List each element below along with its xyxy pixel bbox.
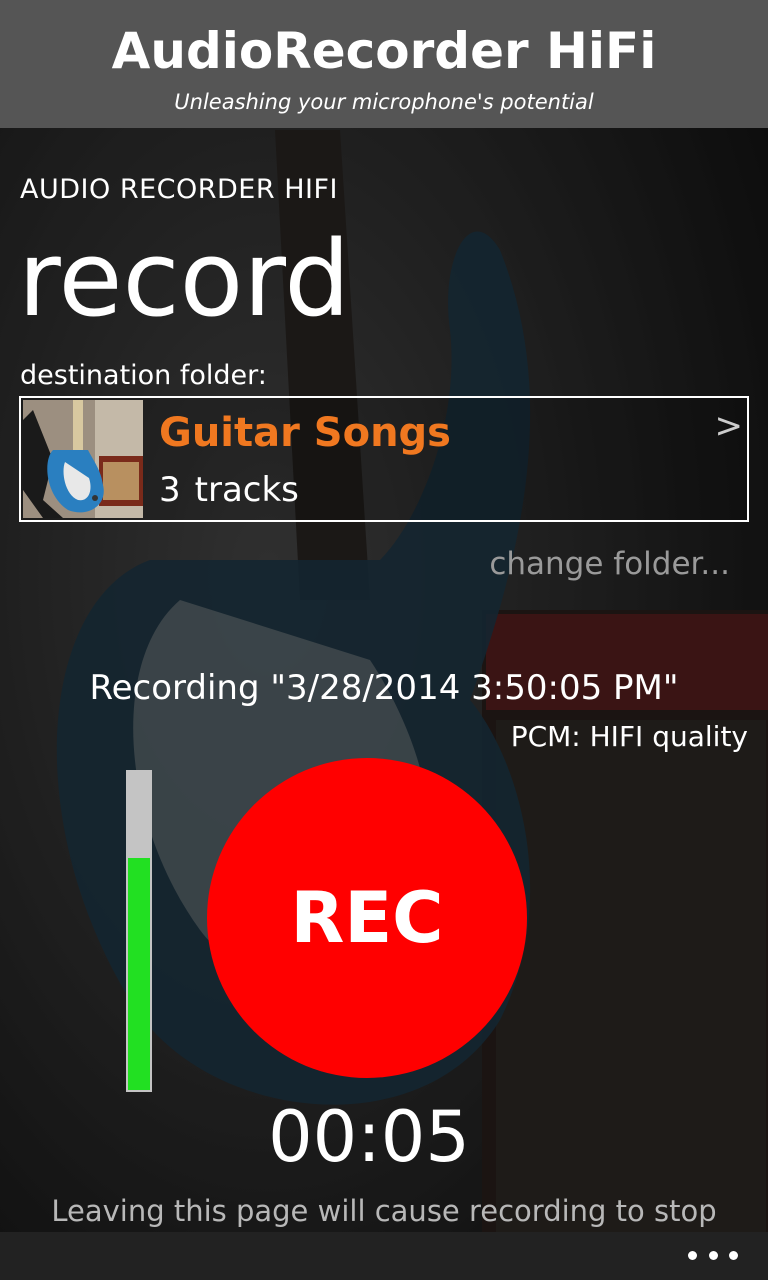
leave-page-warning: Leaving this page will cause recording t…: [51, 1194, 717, 1228]
section-label: AUDIO RECORDER HIFI: [20, 174, 338, 205]
folder-name: Guitar Songs: [159, 410, 451, 456]
record-button[interactable]: REC: [207, 758, 527, 1078]
ellipsis-dot: [729, 1250, 738, 1260]
ellipsis-icon[interactable]: [688, 1240, 738, 1270]
folder-thumbnail: [23, 400, 143, 518]
destination-folder-card[interactable]: Guitar Songs 3 tracks >: [19, 396, 749, 522]
app-bar: [0, 1232, 768, 1280]
audio-level-fill: [128, 858, 150, 1090]
audio-level-meter: [126, 770, 152, 1092]
screen: AudioRecorder HiFi Unleashing your micro…: [0, 0, 768, 1280]
destination-folder-label: destination folder:: [20, 360, 267, 391]
ellipsis-dot: [708, 1250, 718, 1260]
ellipsis-dot: [688, 1250, 697, 1260]
chevron-right-icon: >: [714, 406, 744, 446]
change-folder-link[interactable]: change folder...: [489, 546, 730, 582]
recording-timer: 00:05: [268, 1096, 470, 1178]
app-tagline: Unleashing your microphone's potential: [174, 90, 594, 114]
app-title: AudioRecorder HiFi: [111, 22, 657, 80]
page-title: record: [18, 218, 351, 340]
recording-name: Recording "3/28/2014 3:50:05 PM": [89, 668, 679, 708]
title-bar: AudioRecorder HiFi Unleashing your micro…: [0, 0, 768, 128]
track-count-number: 3: [159, 470, 181, 510]
track-count-unit: tracks: [194, 470, 299, 510]
recording-quality: PCM: HIFI quality: [510, 720, 748, 753]
folder-track-count: 3 tracks: [159, 470, 299, 510]
